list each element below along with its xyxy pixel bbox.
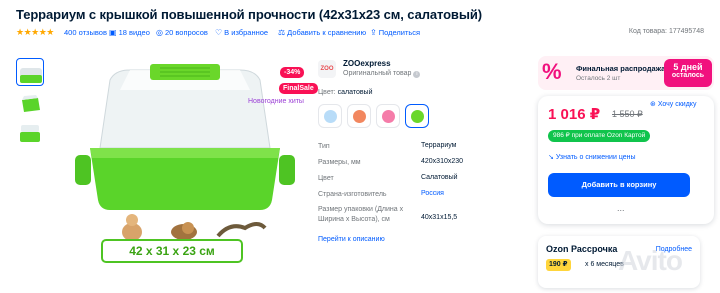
spec-key: Размеры, мм: [318, 159, 361, 166]
final-sale-banner[interactable]: % Финальная распродажа Осталось 2 шт 5 д…: [538, 56, 714, 90]
reviews-link[interactable]: 400 отзывов: [64, 28, 107, 37]
color-swatch-green[interactable]: [405, 104, 429, 128]
info-icon[interactable]: i: [413, 71, 421, 78]
video-icon: ▣: [109, 28, 117, 37]
seller-logo[interactable]: ZOO: [318, 60, 336, 78]
compare-button[interactable]: ⚖ Добавить к сравнению: [278, 28, 366, 37]
want-discount-link[interactable]: ⊛ Хочу скидку: [650, 100, 696, 108]
questions-link[interactable]: ◎ 20 вопросов: [156, 28, 208, 37]
discount-badge: -34%: [280, 67, 305, 78]
main-product-image[interactable]: 42 x 31 x 23 см: [60, 60, 310, 280]
size-label: 42 x 31 x 23 см: [129, 244, 215, 258]
rating-stars[interactable]: ★★★★★: [16, 27, 54, 38]
seller-name[interactable]: ZOOexpress: [343, 59, 391, 68]
ozon-card-price-badge[interactable]: 986 ₽ при оплате Ozon Картой: [548, 130, 651, 142]
percent-icon: %: [542, 59, 562, 84]
seller-original-label: Оригинальный товар i: [343, 70, 421, 78]
new-hits-label[interactable]: Новогодние хиты: [248, 98, 304, 105]
old-price: 1 550 ₽: [612, 109, 643, 119]
stock-left: Осталось 2 шт: [576, 75, 621, 82]
heart-icon: ♡: [215, 28, 223, 37]
price-card: 1 016 ₽ 1 550 ₽ ⊛ Хочу скидку 986 ₽ при …: [538, 96, 714, 224]
product-meta-row: ★★★★★ 400 отзывов ▣ 18 видео ◎ 20 вопросов…: [16, 27, 712, 41]
color-dot: [382, 110, 395, 123]
thumbnail-1[interactable]: [16, 58, 44, 86]
installment-payment: 190 ₽: [546, 259, 571, 271]
share-icon: ⇪: [370, 28, 377, 37]
sale-title: Финальная распродажа: [576, 64, 666, 73]
question-icon: ◎: [156, 28, 163, 37]
color-dot: [324, 110, 337, 123]
go-to-description-link[interactable]: Перейти к описанию: [318, 236, 385, 243]
share-button[interactable]: ⇪ Поделиться: [370, 28, 420, 37]
terrarium-thumbnail-image: [20, 68, 42, 83]
days-sub: осталось: [671, 72, 705, 79]
current-price: 1 016 ₽: [548, 106, 601, 123]
installment-title: Ozon Рассрочка: [546, 244, 618, 254]
favorites-button[interactable]: ♡ В избранное: [215, 28, 268, 37]
product-title: Террариум с крышкой повышенной прочности…: [16, 7, 482, 22]
spec-key: Цвет: [318, 175, 334, 182]
finalsale-badge: FinalSale: [279, 83, 318, 94]
color-swatch-orange[interactable]: [347, 104, 371, 128]
percent-tag-icon: ⊛: [650, 101, 656, 108]
spec-key: Тип: [318, 143, 330, 150]
add-to-cart-button[interactable]: Добавить в корзину: [548, 173, 690, 197]
color-dot: [411, 110, 424, 123]
color-label: Цвет: салатовый: [318, 89, 373, 96]
avito-watermark: Avito: [618, 245, 683, 276]
color-swatch-pink[interactable]: [376, 104, 400, 128]
compare-icon: ⚖: [278, 28, 286, 37]
spec-value: Салатовый: [421, 174, 458, 181]
videos-link[interactable]: ▣ 18 видео: [109, 28, 150, 37]
price-drop-notify-link[interactable]: ↘ Узнать о снижении цены: [548, 153, 636, 161]
spec-key: Страна-изготовитель: [318, 191, 387, 198]
color-dot: [353, 110, 366, 123]
terrarium-open-thumbnail-image: [20, 125, 40, 142]
spec-value: Террариум: [421, 142, 457, 149]
spec-value-link[interactable]: Россия: [421, 190, 444, 197]
days-left-badge: 5 дней осталось: [664, 59, 712, 87]
color-swatch-blue[interactable]: [318, 104, 342, 128]
spec-key: Размер упаковки (Длина х Ширина х Высота…: [318, 206, 404, 223]
product-code: Код товара: 177495748: [628, 28, 704, 35]
more-options-button[interactable]: ...: [617, 203, 625, 213]
color-value: салатовый: [337, 89, 373, 96]
terrarium-side-thumbnail-image: [22, 95, 40, 112]
days-count: 5 дней: [673, 62, 703, 72]
spec-value: 420х310х230: [421, 158, 464, 165]
chart-icon: ↘: [548, 154, 554, 161]
thumbnail-3[interactable]: [16, 120, 44, 148]
spec-value: 40x31x15,5: [421, 214, 458, 221]
thumbnail-2[interactable]: [16, 90, 44, 118]
